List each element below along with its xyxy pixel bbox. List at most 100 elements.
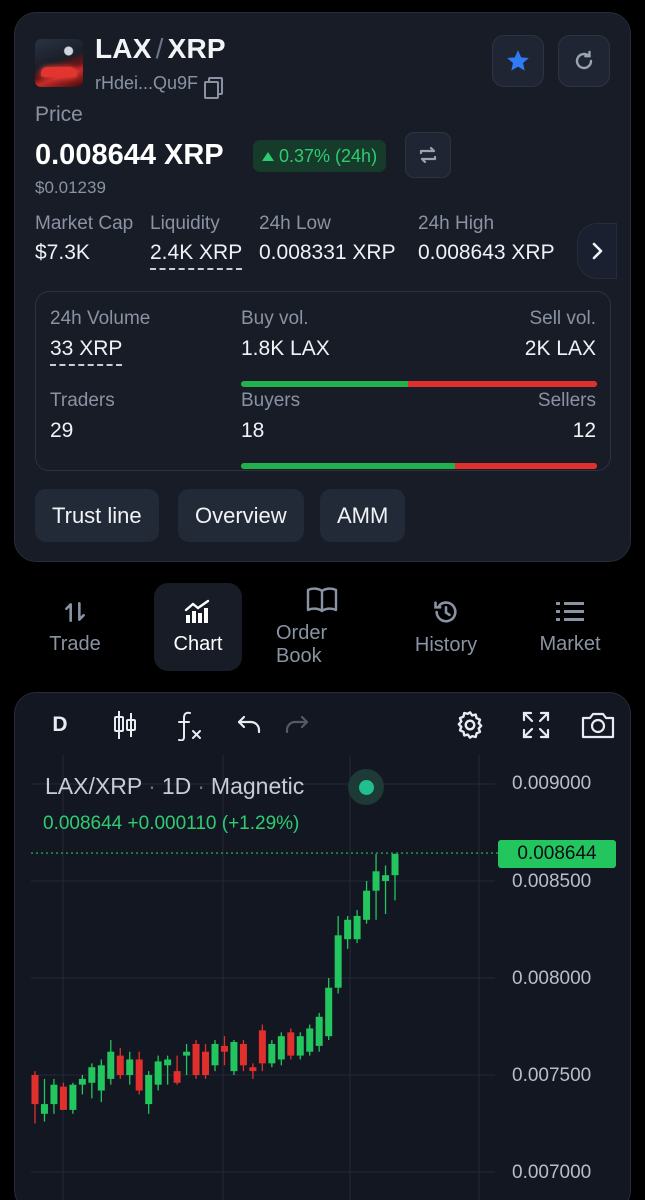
candle-body — [249, 1067, 257, 1072]
refresh-icon — [575, 50, 593, 70]
sellers-label: Sellers — [537, 390, 596, 411]
candle-body — [78, 1078, 86, 1085]
token-logo — [35, 39, 83, 87]
base-symbol: LAX — [95, 33, 152, 64]
candle-body — [192, 1043, 200, 1075]
candle-body — [334, 935, 342, 988]
tab-label: Trade — [49, 632, 101, 655]
candle-body — [315, 1016, 323, 1046]
history-clock-icon — [434, 600, 457, 623]
price-label: Price — [35, 103, 83, 126]
candlestick-chart[interactable] — [15, 693, 631, 1200]
candle-body — [50, 1084, 58, 1105]
y-tick-label: 0.007500 — [512, 1065, 592, 1086]
candle-body — [296, 1036, 304, 1056]
stats-scroll-right-button[interactable] — [577, 223, 617, 279]
candle-body — [258, 1030, 266, 1064]
candle-body — [268, 1043, 276, 1064]
candle-body — [391, 853, 399, 876]
candle-body — [40, 1104, 48, 1114]
stat-value: 2.4K XRP — [150, 241, 243, 270]
buy-volume-fill — [241, 381, 409, 387]
stat-24h-high: 24h High 0.008643 XRP — [418, 213, 555, 265]
candle-body — [211, 1043, 219, 1066]
swap-currency-button[interactable] — [405, 132, 451, 178]
tab-market[interactable]: Market — [526, 583, 614, 671]
candle-body — [287, 1032, 295, 1056]
tab-label: Order Book — [276, 622, 328, 667]
chart-panel[interactable]: D LAX/XRP · 1D · Magnetic 0.008644 +0.00… — [14, 692, 631, 1200]
volume-panel: 24h Volume 33 XRP Buy vol. 1.8K LAX Sell… — [35, 291, 611, 471]
y-tick-label: 0.007000 — [512, 1162, 592, 1183]
star-icon — [507, 50, 529, 71]
candle-body — [183, 1051, 191, 1056]
candle-body — [363, 890, 371, 920]
candle-body — [344, 919, 352, 940]
chevron-right-icon — [592, 242, 603, 260]
buyers-fill — [241, 463, 455, 469]
tab-trade[interactable]: Trade — [31, 583, 119, 671]
stat-label: 24h Low — [259, 213, 331, 234]
favorite-button[interactable] — [492, 35, 544, 87]
amm-button[interactable]: AMM — [320, 489, 406, 542]
list-icon — [556, 601, 584, 621]
price-change-badge: 0.37% (24h) — [253, 140, 387, 172]
stat-market-cap: Market Cap $7.3K — [35, 213, 133, 265]
candle-body — [220, 1045, 228, 1052]
candle-body — [31, 1075, 39, 1105]
candle-body — [107, 1051, 115, 1079]
y-tick-label: 0.008000 — [512, 968, 592, 989]
candle-body — [88, 1067, 96, 1083]
candle-body — [239, 1043, 247, 1066]
candle-body — [173, 1071, 181, 1083]
volume-value: 33 XRP — [50, 337, 123, 366]
tab-label: Market — [539, 632, 601, 655]
buyers-sellers-bar — [241, 463, 597, 469]
current-price: 0.008644 XRP — [35, 139, 224, 171]
overview-button[interactable]: Overview — [178, 489, 304, 542]
swap-arrows-icon — [419, 146, 437, 164]
candle-body — [164, 1059, 172, 1066]
refresh-button[interactable] — [558, 35, 610, 87]
tab-label: Chart — [173, 632, 223, 655]
candle-body — [116, 1055, 124, 1075]
copy-icon[interactable] — [204, 77, 224, 99]
sell-vol-label: Sell vol. — [529, 308, 596, 329]
issuer-address[interactable]: rHdei...Qu9F — [95, 71, 224, 99]
tab-chart[interactable]: Chart — [154, 583, 242, 671]
candle-body — [325, 987, 333, 1037]
live-status-indicator — [348, 769, 384, 805]
candle-body — [135, 1059, 143, 1091]
candle-body — [126, 1059, 134, 1075]
buy-vol-label: Buy vol. — [241, 308, 309, 329]
candle-body — [59, 1086, 67, 1110]
price-change-text: 0.37% (24h) — [279, 145, 378, 166]
candle-body — [202, 1051, 210, 1075]
quote-symbol: XRP — [167, 33, 226, 64]
issuer-address-text: rHdei...Qu9F — [95, 72, 199, 93]
trade-arrows-icon — [65, 601, 85, 622]
stat-value: 0.008643 XRP — [418, 241, 555, 264]
token-info-card: LAX / XRP rHdei...Qu9F Price 0.008644 XRP … — [14, 12, 631, 562]
up-triangle-icon — [262, 151, 274, 161]
tab-history[interactable]: History — [402, 583, 490, 671]
trust-line-button[interactable]: Trust line — [35, 489, 159, 542]
candle-body — [230, 1042, 238, 1072]
sell-vol-value: 2K LAX — [524, 337, 596, 360]
y-tick-label: 0.008500 — [512, 871, 592, 892]
buyers-label: Buyers — [241, 390, 301, 411]
stat-liquidity[interactable]: Liquidity 2.4K XRP — [150, 213, 243, 270]
candle-body — [145, 1075, 153, 1105]
volume-label: 24h Volume — [50, 308, 151, 329]
legend-symbol: LAX/XRP — [45, 773, 143, 799]
legend-interval: 1D — [161, 773, 192, 799]
candle-body — [382, 875, 390, 881]
stat-value: $7.3K — [35, 241, 90, 264]
tab-order-book[interactable]: Order Book — [276, 583, 368, 671]
book-icon — [306, 587, 338, 613]
candle-body — [306, 1028, 314, 1052]
usd-price: $0.01239 — [35, 178, 106, 197]
chart-legend-title[interactable]: LAX/XRP · 1D · Magnetic — [45, 773, 304, 800]
sell-volume-fill — [408, 381, 597, 387]
candle-body — [69, 1084, 77, 1110]
